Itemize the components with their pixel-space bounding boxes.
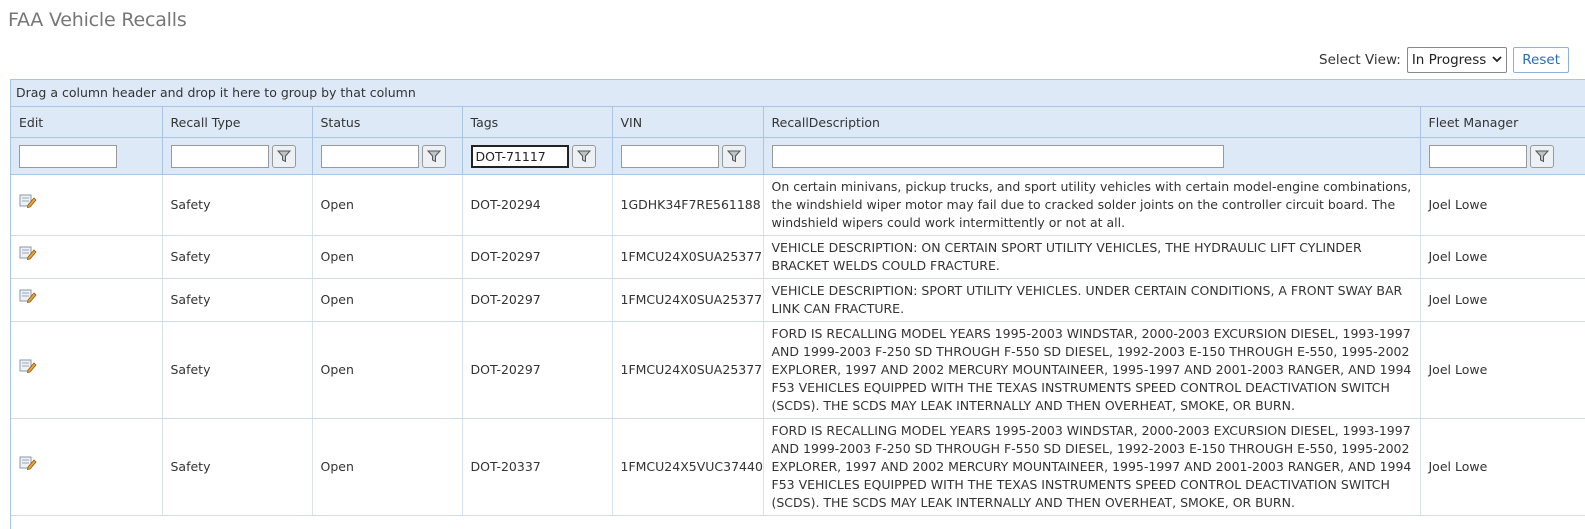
edit-pencil-icon[interactable] xyxy=(19,455,37,476)
fleet-manager-cell: Joel Lowe xyxy=(1420,235,1585,279)
vin-cell: 1FMCU24X0SUA25377 xyxy=(612,278,764,322)
vin-filter-input[interactable] xyxy=(620,144,719,168)
recall-type-cell: Safety xyxy=(162,418,313,516)
filter-funnel-icon[interactable] xyxy=(571,144,596,168)
status-cell: Open xyxy=(312,418,463,516)
fleet-manager-cell: Joel Lowe xyxy=(1420,278,1585,322)
view-toolbar: Select View: In Progress Reset xyxy=(1319,47,1569,73)
recalls-grid: Drag a column header and drop it here to… xyxy=(10,79,1585,529)
edit-pencil-icon[interactable] xyxy=(19,358,37,379)
recall-type-cell: Safety xyxy=(162,278,313,322)
select-view-label: Select View: xyxy=(1319,52,1401,68)
vin-cell: 1FMCU24X5VUC37440 xyxy=(612,418,764,516)
status-cell: Open xyxy=(312,235,463,279)
fleet-manager-cell: Joel Lowe xyxy=(1420,321,1585,419)
recall-description-cell: VEHICLE DESCRIPTION: ON CERTAIN SPORT UT… xyxy=(763,235,1421,279)
group-by-panel[interactable]: Drag a column header and drop it here to… xyxy=(11,80,1585,107)
tags-cell: DOT-20297 xyxy=(462,235,613,279)
column-header-recall-type[interactable]: Recall Type xyxy=(162,107,313,138)
table-row: Safety Open DOT-20297 1FMCU24X0SUA25377 … xyxy=(11,278,1585,322)
column-header-recall-description[interactable]: RecallDescription xyxy=(763,107,1421,138)
recall-type-cell: Safety xyxy=(162,321,313,419)
chevron-down-icon xyxy=(1492,55,1502,66)
status-cell: Open xyxy=(312,321,463,419)
column-header-status[interactable]: Status xyxy=(312,107,463,138)
table-row: Safety Open DOT-20337 1FMCU24X5VUC37440 … xyxy=(11,418,1585,516)
recall-description-cell: VEHICLE DESCRIPTION: SPORT UTILITY VEHIC… xyxy=(763,278,1421,322)
fleet-manager-filter-input[interactable] xyxy=(1428,144,1527,168)
recall-type-cell: Safety xyxy=(162,174,313,236)
column-header-vin[interactable]: VIN xyxy=(612,107,764,138)
view-select-value: In Progress xyxy=(1411,52,1487,68)
recall-description-cell: FORD IS RECALLING MODEL YEARS 1995-2003 … xyxy=(763,418,1421,516)
page-title: FAA Vehicle Recalls xyxy=(8,9,187,31)
tags-cell: DOT-20337 xyxy=(462,418,613,516)
tags-cell: DOT-20297 xyxy=(462,321,613,419)
recall-type-cell: Safety xyxy=(162,235,313,279)
vin-cell: 1FMCU24X0SUA25377 xyxy=(612,321,764,419)
column-header-edit[interactable]: Edit xyxy=(11,107,163,138)
table-row: Safety Open DOT-20294 1GDHK34F7RE561188 … xyxy=(11,174,1585,236)
header-row: Edit Recall Type Status Tags VIN RecallD… xyxy=(11,107,1585,138)
table-row: Safety Open DOT-20297 1FMCU24X0SUA25377 … xyxy=(11,321,1585,419)
tags-filter-input[interactable]: DOT-71117 xyxy=(470,144,569,168)
column-header-tags[interactable]: Tags xyxy=(462,107,613,138)
edit-pencil-icon[interactable] xyxy=(19,245,37,266)
view-select[interactable]: In Progress xyxy=(1406,47,1508,73)
fleet-manager-cell: Joel Lowe xyxy=(1420,174,1585,236)
fleet-manager-cell: Joel Lowe xyxy=(1420,418,1585,516)
edit-pencil-icon[interactable] xyxy=(19,288,37,309)
filter-funnel-icon[interactable] xyxy=(1529,144,1554,168)
reset-button[interactable]: Reset xyxy=(1513,47,1569,73)
filter-funnel-icon[interactable] xyxy=(721,144,746,168)
filter-funnel-icon[interactable] xyxy=(271,144,296,168)
filter-funnel-icon[interactable] xyxy=(421,144,446,168)
tags-cell: DOT-20294 xyxy=(462,174,613,236)
table-row: Safety Open DOT-20297 1FMCU24X0SUA25377 … xyxy=(11,235,1585,279)
recall-description-cell: On certain minivans, pickup trucks, and … xyxy=(763,174,1421,236)
edit-pencil-icon[interactable] xyxy=(19,193,37,214)
recall-description-cell: FORD IS RECALLING MODEL YEARS 1995-2003 … xyxy=(763,321,1421,419)
recall-description-filter-input[interactable] xyxy=(771,144,1224,168)
vin-cell: 1FMCU24X0SUA25377 xyxy=(612,235,764,279)
recall-type-filter-input[interactable] xyxy=(170,144,269,168)
column-header-fleet-manager[interactable]: Fleet Manager xyxy=(1420,107,1585,138)
filter-row: DOT-71117 xyxy=(11,137,1585,175)
vin-cell: 1GDHK34F7RE561188 xyxy=(612,174,764,236)
tags-cell: DOT-20297 xyxy=(462,278,613,322)
recalls-table: Edit Recall Type Status Tags VIN RecallD… xyxy=(11,107,1585,516)
edit-filter-input[interactable] xyxy=(19,144,117,168)
status-cell: Open xyxy=(312,174,463,236)
status-filter-input[interactable] xyxy=(320,144,419,168)
status-cell: Open xyxy=(312,278,463,322)
